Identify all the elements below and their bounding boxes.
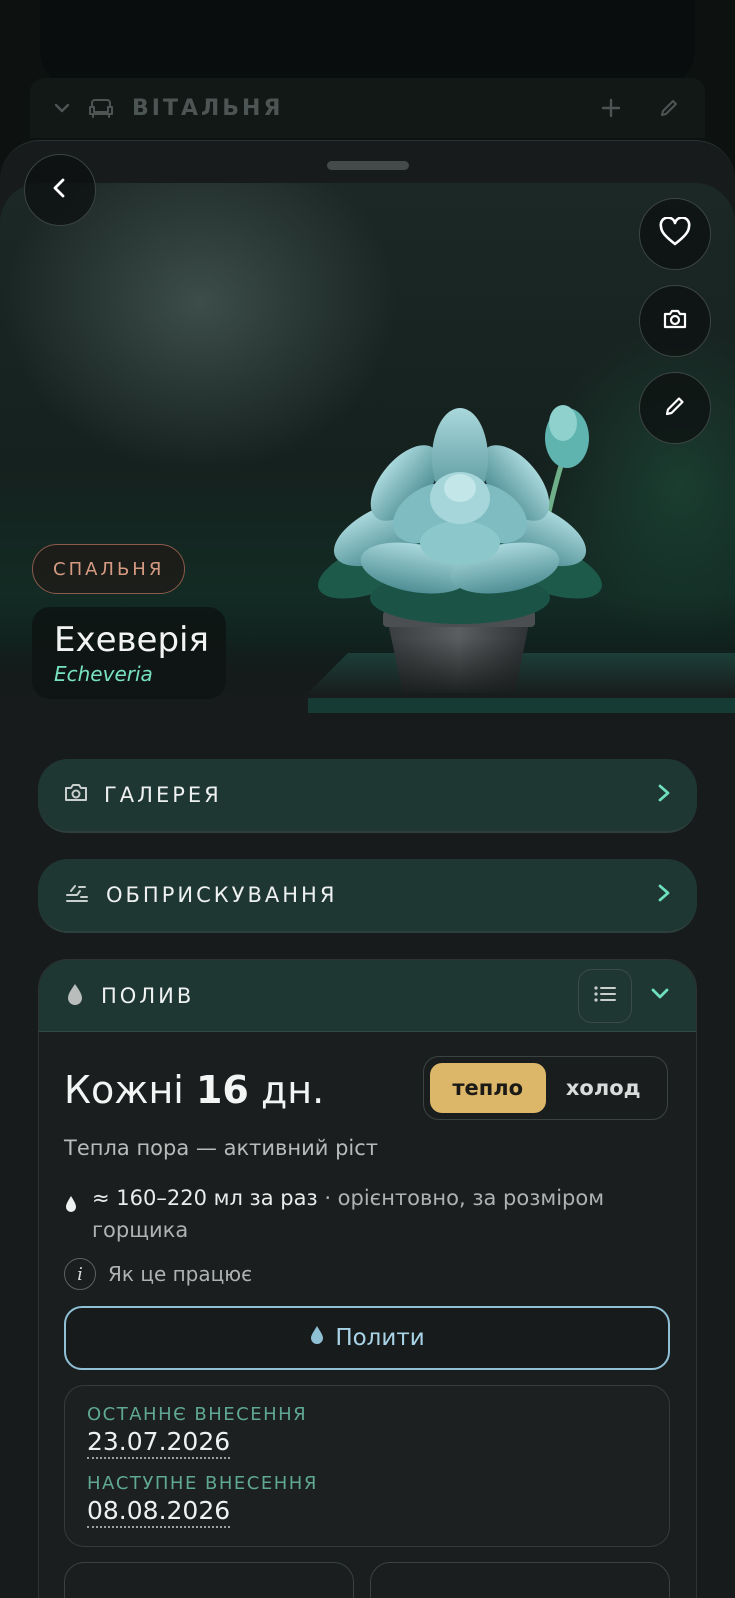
- plant-name-card: Ехеверія Echeveria: [32, 607, 226, 699]
- camera-icon: [64, 783, 88, 807]
- camera-icon: [662, 308, 688, 334]
- status-area: [40, 0, 695, 90]
- chevron-right-icon: [657, 783, 671, 807]
- plant-name: Ехеверія: [54, 620, 209, 660]
- spray-icon: [64, 882, 90, 908]
- section-watering: ПОЛИВ Кожні 16 дн. тепло холод Тепла пор…: [38, 959, 697, 1598]
- water-drop-icon: [65, 982, 85, 1010]
- info-icon: i: [64, 1258, 96, 1290]
- plant-latin-name: Echeveria: [54, 662, 153, 686]
- back-button[interactable]: [24, 154, 96, 226]
- room-header-vitalnia[interactable]: ВІТАЛЬНЯ: [30, 78, 705, 138]
- chevron-right-icon: [657, 883, 671, 907]
- toggle-warm[interactable]: тепло: [430, 1063, 546, 1113]
- water-now-label: Полити: [335, 1325, 425, 1351]
- section-spraying-label: ОБПРИСКУВАННЯ: [106, 883, 338, 907]
- chevron-down-icon[interactable]: [50, 96, 74, 120]
- last-watering-date[interactable]: 23.07.2026: [87, 1427, 231, 1459]
- watering-header[interactable]: ПОЛИВ: [39, 960, 696, 1032]
- next-watering-date[interactable]: 08.08.2026: [87, 1496, 231, 1528]
- season-toggle: тепло холод: [423, 1056, 668, 1120]
- sheet-grabber[interactable]: [327, 161, 409, 170]
- next-watering-label: НАСТУПНЕ ВНЕСЕННЯ: [87, 1473, 318, 1494]
- chevron-down-icon[interactable]: [650, 986, 670, 1005]
- plant-detail-sheet: СПАЛЬНЯ Ехеверія Echeveria ГАЛЕРЕЯ ОБПРИ…: [0, 140, 735, 1598]
- section-gallery-label: ГАЛЕРЕЯ: [104, 783, 222, 807]
- photo-button[interactable]: [639, 285, 711, 357]
- watering-dates: ОСТАННЄ ВНЕСЕННЯ 23.07.2026 НАСТУПНЕ ВНЕ…: [64, 1385, 670, 1547]
- room-chip[interactable]: СПАЛЬНЯ: [32, 544, 186, 594]
- water-drop-icon: [309, 1324, 325, 1352]
- list-icon: [592, 984, 618, 1008]
- amount-main: ≈ 160–220 мл за раз: [92, 1186, 318, 1210]
- back-icon: [49, 177, 71, 203]
- sofa-icon: [86, 96, 116, 120]
- freq-value: 16: [195, 1068, 249, 1112]
- watering-label: ПОЛИВ: [101, 983, 195, 1008]
- pencil-icon: [663, 394, 687, 422]
- watering-frequency: Кожні 16 дн.: [64, 1068, 324, 1112]
- plus-icon[interactable]: [599, 96, 623, 120]
- bottom-action-right[interactable]: [370, 1562, 670, 1598]
- how-it-works-link[interactable]: i Як це працює: [64, 1258, 252, 1290]
- toggle-cold[interactable]: холод: [546, 1063, 662, 1113]
- favorite-button[interactable]: [639, 198, 711, 270]
- how-it-works-label: Як це працює: [108, 1262, 253, 1286]
- freq-prefix: Кожні: [64, 1068, 184, 1112]
- history-list-button[interactable]: [578, 968, 632, 1023]
- last-watering-label: ОСТАННЄ ВНЕСЕННЯ: [87, 1404, 308, 1425]
- room-title: ВІТАЛЬНЯ: [132, 95, 284, 121]
- freq-unit: дн.: [260, 1068, 325, 1112]
- pencil-icon[interactable]: [657, 96, 681, 120]
- heart-icon: [658, 216, 692, 251]
- water-now-button[interactable]: Полити: [64, 1306, 670, 1370]
- edit-plant-button[interactable]: [639, 372, 711, 444]
- water-amount: ≈ 160–220 мл за раз · орієнтовно, за роз…: [64, 1182, 664, 1246]
- water-drop-icon: [64, 1194, 78, 1246]
- section-spraying[interactable]: ОБПРИСКУВАННЯ: [38, 859, 697, 933]
- bottom-action-left[interactable]: [64, 1562, 354, 1598]
- season-text: Тепла пора — активний ріст: [64, 1136, 379, 1160]
- section-gallery[interactable]: ГАЛЕРЕЯ: [38, 759, 697, 833]
